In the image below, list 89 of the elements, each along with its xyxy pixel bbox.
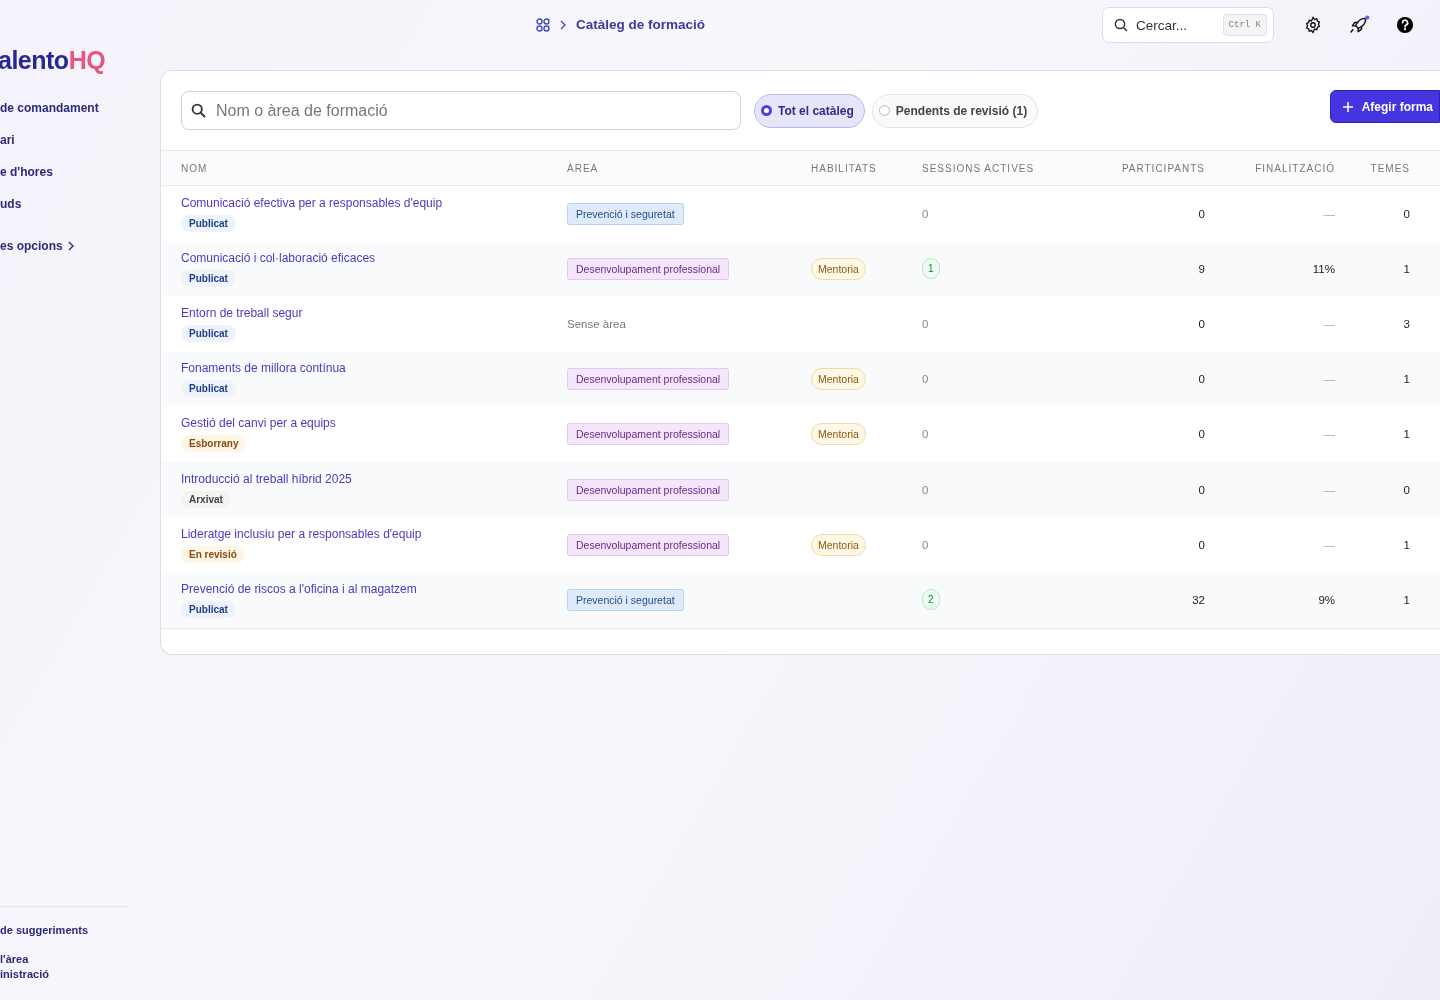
course-link[interactable]: Gestió del canvi per a equips (181, 416, 336, 431)
status-badge: Publicat (181, 214, 236, 232)
column-header: SESSIONS ACTIVES (922, 162, 1036, 174)
sessions-count: 0 (922, 207, 929, 220)
sidebar-item[interactable]: l'àrea inistració (0, 952, 128, 982)
sessions-count: 0 (922, 483, 929, 496)
skill-tag: Mentoria (811, 533, 866, 556)
participants-count: 0 (1198, 317, 1205, 330)
area-tag: Prevenció i seguretat (567, 588, 684, 611)
completion-value: — (1323, 428, 1335, 441)
status-badge: Publicat (181, 324, 236, 342)
sessions-count: 0 (922, 538, 929, 551)
participants-count: 0 (1198, 207, 1205, 220)
topics-count: 3 (1403, 317, 1410, 330)
area-tag: Desenvolupament professional (567, 533, 730, 556)
topics-count: 0 (1403, 483, 1410, 496)
course-link[interactable]: Comunicació i col·laboració eficaces (181, 250, 376, 265)
completion-value: — (1323, 538, 1335, 551)
course-link[interactable]: Prevenció de riscos a l'oficina i al magatzem (181, 581, 417, 596)
plus-icon (1341, 100, 1354, 113)
sessions-count: 1 (922, 258, 940, 280)
course-link[interactable]: Lideratge inclusiu per a responsables d'equip (181, 526, 422, 541)
status-badge: Arxivat (181, 490, 231, 508)
participants-count: 0 (1198, 483, 1205, 496)
skill-tag: Mentoria (811, 368, 866, 391)
completion-value: — (1323, 483, 1335, 496)
topics-count: 1 (1403, 538, 1410, 551)
area-tag: Sense àrea (567, 317, 626, 330)
filter-chip[interactable]: Tot el catàleg (754, 93, 865, 128)
area-tag: Desenvolupament professional (567, 423, 730, 446)
participants-count: 32 (1192, 593, 1205, 606)
completion-value: 9% (1318, 593, 1335, 606)
participants-count: 0 (1198, 373, 1205, 386)
topics-count: 1 (1403, 593, 1410, 606)
status-badge: Publicat (181, 600, 236, 618)
completion-value: 11% (1312, 262, 1335, 275)
grid-icon[interactable] (536, 17, 550, 32)
topics-count: 0 (1403, 207, 1410, 220)
status-badge: Publicat (181, 380, 236, 398)
sidebar-item[interactable]: de suggeriments (0, 923, 128, 938)
participants-count: 9 (1198, 262, 1205, 275)
area-tag: Desenvolupament professional (567, 368, 730, 391)
status-badge: Publicat (181, 269, 236, 287)
skill-tag: Mentoria (811, 423, 866, 446)
course-link[interactable]: Fonaments de millora contínua (181, 361, 346, 376)
completion-value: — (1323, 373, 1335, 386)
topics-count: 1 (1403, 373, 1410, 386)
sessions-count: 0 (922, 317, 929, 330)
area-tag: Desenvolupament professional (567, 257, 730, 280)
help-icon[interactable] (1396, 16, 1414, 34)
sessions-count: 0 (922, 428, 929, 441)
more-options-link[interactable]: es opcions (0, 237, 160, 269)
search-field[interactable]: Nom o àrea de formació (181, 91, 741, 130)
sessions-count: 2 (922, 589, 940, 611)
area-tag: Prevenció i seguretat (567, 202, 684, 225)
sidebar-item[interactable]: de comandament (0, 99, 160, 131)
search-icon (191, 103, 206, 118)
completion-value: — (1323, 207, 1335, 220)
topics-count: 1 (1403, 428, 1410, 441)
column-header: NOM (181, 162, 209, 174)
course-link[interactable]: Comunicació efectiva per a responsables d'equip (181, 195, 443, 210)
column-header: HABILITATS (811, 162, 878, 174)
rocket-icon[interactable] (1348, 15, 1370, 35)
column-header: ÀREA (567, 162, 600, 174)
settings-icon[interactable] (1304, 16, 1322, 34)
sidebar-item[interactable]: ari (0, 131, 160, 163)
column-header: TEMES (1369, 162, 1410, 174)
participants-count: 0 (1198, 538, 1205, 551)
add-button[interactable]: Afegir forma (1329, 90, 1440, 123)
chevron-right-icon (66, 241, 75, 251)
skill-tag: Mentoria (811, 257, 866, 280)
sidebar-item[interactable]: uds (0, 195, 160, 227)
course-link[interactable]: Entorn de treball segur (181, 305, 303, 320)
course-link[interactable]: Introducció al treball híbrid 2025 (181, 471, 352, 486)
filter-chip[interactable]: Pendents de revisió (1) (871, 93, 1039, 128)
breadcrumb-current[interactable]: Catàleg de formació (576, 17, 706, 32)
status-badge: Esborrany (181, 435, 247, 453)
column-header: FINALITZACIÓ (1254, 162, 1335, 174)
column-header: PARTICIPANTS (1120, 162, 1205, 174)
participants-count: 0 (1198, 428, 1205, 441)
topics-count: 1 (1403, 262, 1410, 275)
status-badge: En revisió (181, 545, 245, 563)
completion-value: — (1323, 317, 1335, 330)
keyboard-shortcut: Ctrl K (1222, 14, 1267, 36)
area-tag: Desenvolupament professional (567, 478, 730, 501)
sidebar-item[interactable]: e d'hores (0, 163, 160, 195)
sessions-count: 0 (922, 373, 929, 386)
chevron-right-icon (559, 19, 567, 30)
search-icon (1114, 18, 1128, 32)
